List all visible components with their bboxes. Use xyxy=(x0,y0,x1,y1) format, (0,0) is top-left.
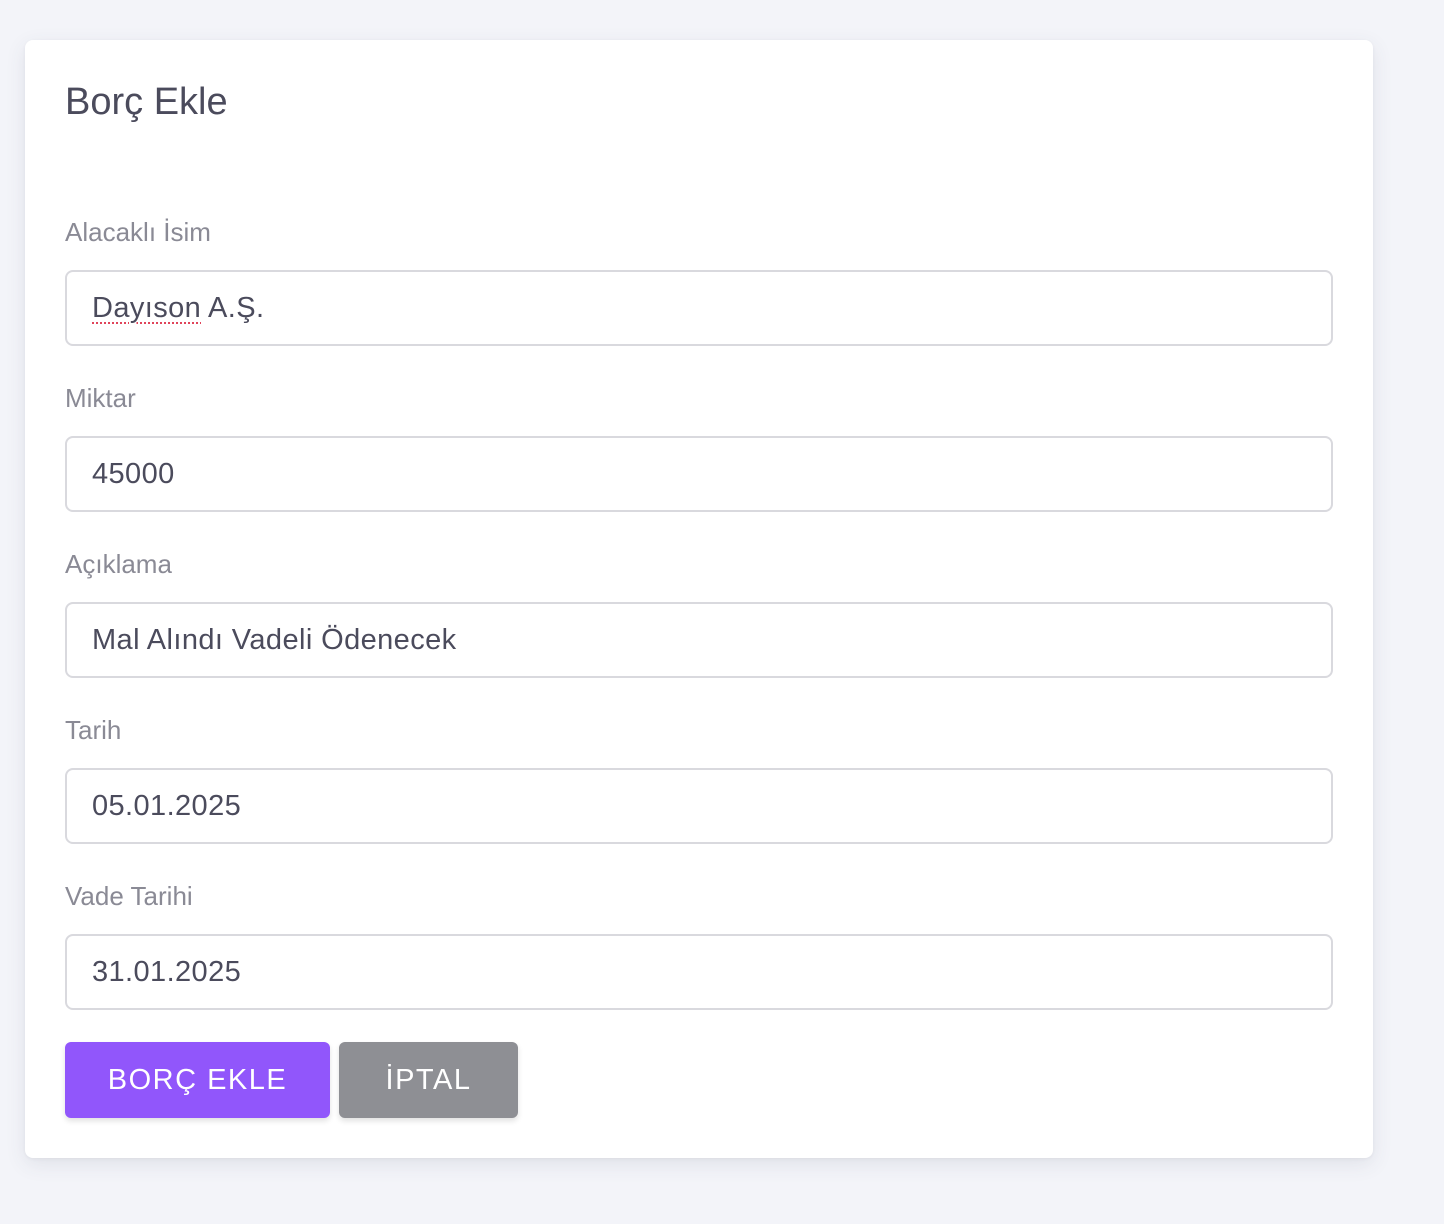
add-debt-button[interactable]: BORÇ EKLE xyxy=(65,1042,330,1118)
date-label: Tarih xyxy=(65,715,122,745)
amount-input[interactable] xyxy=(65,436,1333,512)
due-date-input[interactable] xyxy=(65,934,1333,1010)
creditor-name-input[interactable] xyxy=(65,270,1333,346)
due-date-label: Vade Tarihi xyxy=(65,881,193,911)
form-title: Borç Ekle xyxy=(65,81,228,123)
creditor-name-label: Alacaklı İsim xyxy=(65,217,211,247)
amount-label: Miktar xyxy=(65,383,136,413)
description-label: Açıklama xyxy=(65,549,172,579)
cancel-button[interactable]: İPTAL xyxy=(339,1042,518,1118)
date-input[interactable] xyxy=(65,768,1333,844)
add-debt-card: Borç Ekle Alacaklı İsim Dayıson A.Ş. Mik… xyxy=(25,40,1373,1158)
description-input[interactable] xyxy=(65,602,1333,678)
